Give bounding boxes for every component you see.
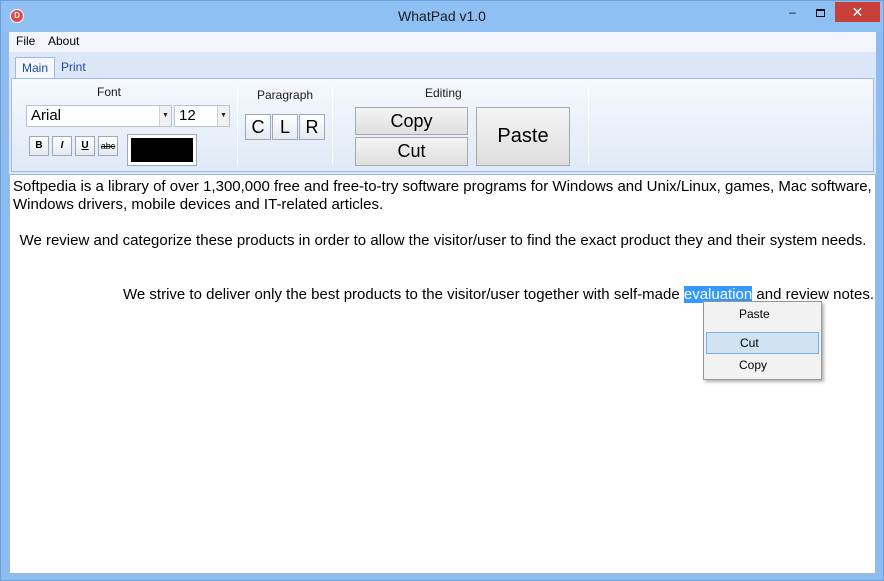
tab-main[interactable]: Main xyxy=(15,57,56,79)
underline-button[interactable]: U xyxy=(75,136,95,156)
context-menu-paste[interactable]: Paste xyxy=(706,304,819,326)
font-size-value: 12 xyxy=(179,107,196,124)
menu-file[interactable]: File xyxy=(16,34,35,48)
title-bar[interactable]: D WhatPad v1.0 – ✕ xyxy=(1,1,883,32)
font-size-select[interactable]: 12 ▼ xyxy=(174,105,230,127)
chevron-down-icon[interactable]: ▼ xyxy=(159,106,171,126)
copy-button[interactable]: Copy xyxy=(355,107,468,135)
app-window: D WhatPad v1.0 – ✕ File About Main Print… xyxy=(0,0,884,581)
editor-paragraph: We review and categorize these products … xyxy=(19,232,867,249)
menu-bar: File About xyxy=(9,32,876,52)
bold-button[interactable]: B xyxy=(29,136,49,156)
chevron-down-icon[interactable]: ▼ xyxy=(217,106,229,126)
align-center-button[interactable]: C xyxy=(245,114,271,140)
minimize-button[interactable]: – xyxy=(779,2,806,22)
font-color-swatch[interactable] xyxy=(127,134,197,166)
maximize-icon xyxy=(816,8,825,17)
paragraph-text: We strive to deliver only the best produ… xyxy=(123,286,684,303)
font-family-value: Arial xyxy=(31,107,62,124)
align-left-button[interactable]: L xyxy=(272,114,298,140)
context-menu-cut[interactable]: Cut xyxy=(706,332,819,354)
group-separator xyxy=(588,87,589,165)
menu-about[interactable]: About xyxy=(48,34,79,48)
ribbon: Main Print Font Arial ▼ 12 ▼ B I U abc P… xyxy=(9,52,876,174)
context-menu-copy[interactable]: Copy xyxy=(706,355,819,377)
strikethrough-button[interactable]: abc xyxy=(98,136,118,156)
font-group-label: Font xyxy=(97,85,122,99)
close-button[interactable]: ✕ xyxy=(835,2,880,22)
align-right-button[interactable]: R xyxy=(299,114,325,140)
window-title: WhatPad v1.0 xyxy=(398,8,486,24)
cut-button[interactable]: Cut xyxy=(355,137,468,166)
paragraph-group-label: Paragraph xyxy=(257,88,314,102)
editing-group-label: Editing xyxy=(425,86,462,100)
italic-button[interactable]: I xyxy=(52,136,72,156)
editor-paragraph: Softpedia is a library of over 1,300,000… xyxy=(13,178,872,213)
paste-button[interactable]: Paste xyxy=(476,107,570,166)
group-separator xyxy=(332,87,333,165)
tab-print[interactable]: Print xyxy=(55,57,92,79)
font-family-select[interactable]: Arial ▼ xyxy=(26,105,172,127)
maximize-button[interactable] xyxy=(807,2,834,22)
ribbon-panel-main: Font Arial ▼ 12 ▼ B I U abc Paragraph C … xyxy=(11,78,874,172)
context-menu: Paste Cut Copy xyxy=(703,301,822,380)
group-separator xyxy=(237,87,238,165)
